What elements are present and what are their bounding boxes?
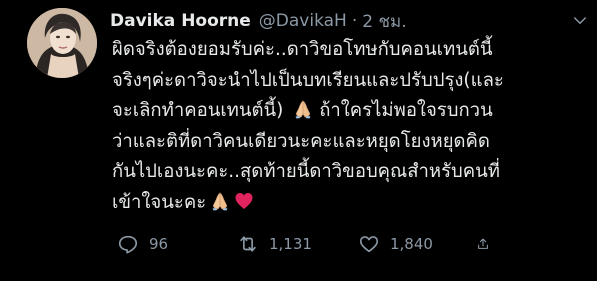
folded-hands-emoji [210, 191, 230, 211]
like-button[interactable]: 1,840 [358, 233, 476, 255]
tweet-header: Davika Hoorne @DavikaH · 2 ชม. [110, 8, 407, 34]
retweet-count: 1,131 [269, 235, 312, 253]
user-handle[interactable]: @DavikaH [259, 11, 347, 31]
heart-icon [359, 236, 379, 253]
tweet-text-segment: จะเลิกทำคอนเทนต์นี้) [112, 100, 284, 121]
reply-icon [118, 235, 138, 254]
separator-dot: · [351, 11, 358, 31]
tweet-text-line: กันไปเองนะคะ..สุดท้ายนี้ดาวิขอบคุณสำหรับ… [112, 161, 500, 182]
share-button[interactable] [476, 233, 500, 255]
folded-hands-emoji [293, 99, 313, 119]
tweet-actions: 96 1,131 1,840 [117, 232, 500, 256]
tweet-text-segment: เข้าใจนะคะ [112, 191, 207, 213]
tweet-text-line: ผิดจริงต้องยอมรับค่ะ..ดาวิขอโทษกับคอนเทน… [112, 39, 493, 60]
tweet-text-line: เข้าใจนะคะ [112, 188, 590, 219]
share-icon [478, 238, 488, 249]
like-count: 1,840 [390, 235, 433, 253]
tweet-timestamp[interactable]: 2 ชม. [362, 8, 406, 35]
more-options-button[interactable] [569, 10, 591, 32]
reply-count: 96 [149, 235, 169, 253]
display-name[interactable]: Davika Hoorne [110, 11, 251, 31]
chevron-down-icon [574, 17, 586, 24]
tweet-text-line: จริงๆค่ะดาวิจะนำไปเป็นบทเรียนและปรับปรุง… [112, 69, 504, 91]
tweet-text: ผิดจริงต้องยอมรับค่ะ..ดาวิขอโทษกับคอนเทน… [112, 35, 590, 218]
retweet-button[interactable]: 1,131 [237, 233, 358, 255]
avatar-photo [27, 8, 97, 78]
avatar[interactable] [27, 8, 97, 78]
tweet[interactable]: Davika Hoorne @DavikaH · 2 ชม. ผิดจริงต้… [0, 0, 597, 281]
red-heart-emoji [234, 191, 254, 211]
tweet-text-segment: ถ้าใครไม่พอใจรบกวน [319, 100, 493, 121]
reply-button[interactable]: 96 [117, 233, 237, 255]
tweet-text-line: ว่าและติที่ดาวิคนเดียวนะคะและหยุดโยงหยุด… [112, 130, 490, 152]
retweet-icon [240, 236, 256, 252]
tweet-text-line: จะเลิกทำคอนเทนต์นี้) ถ้าใครไม่พอใจรบกวน [112, 96, 590, 127]
